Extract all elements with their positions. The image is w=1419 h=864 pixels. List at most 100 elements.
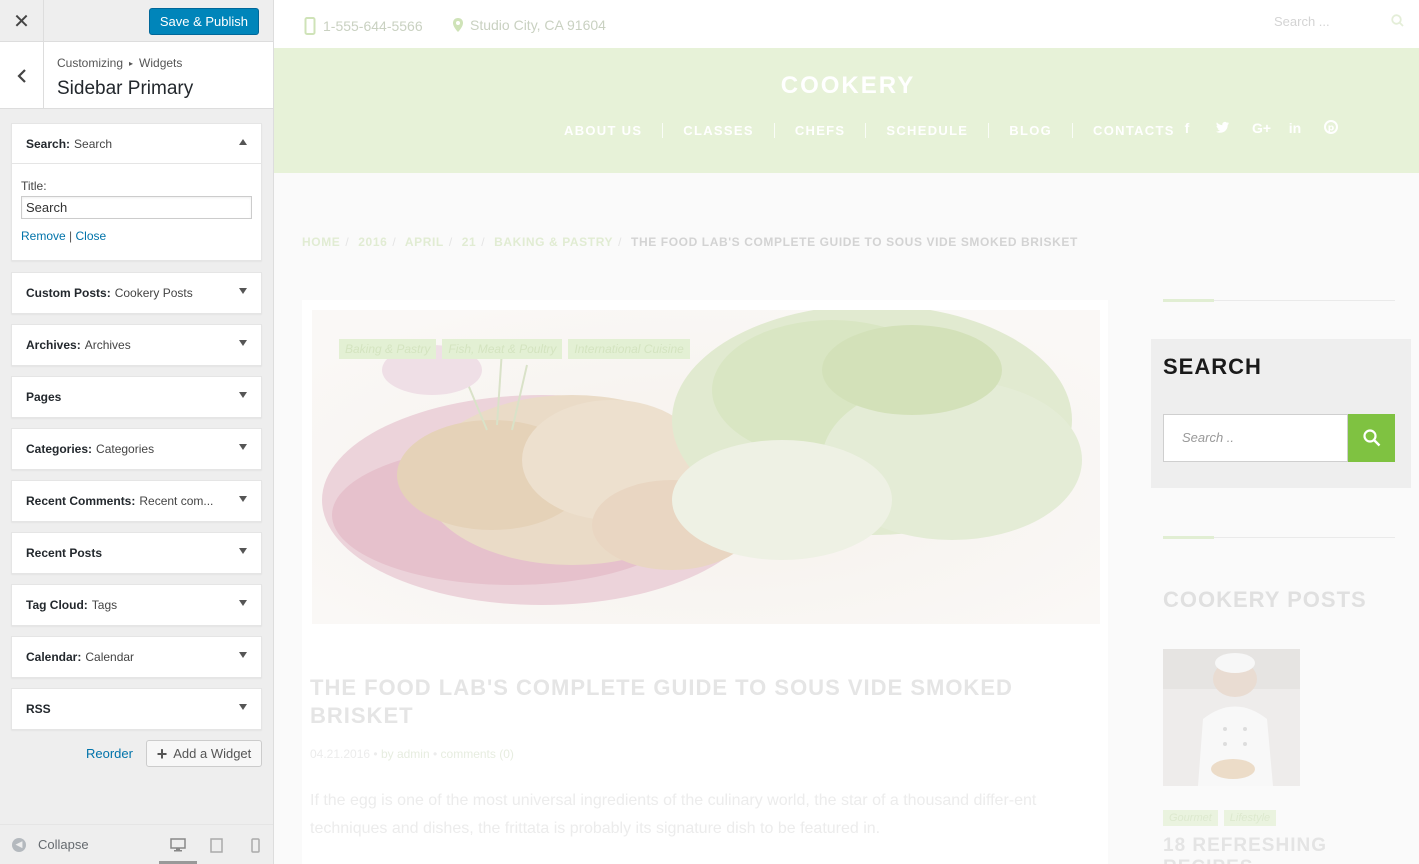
widget-archives[interactable]: Archives: Archives <box>11 324 262 366</box>
post-comments[interactable]: comments (0) <box>441 747 514 761</box>
widget-type: Tag Cloud <box>26 598 84 612</box>
search-icon[interactable] <box>1391 14 1404 27</box>
widget-search-body: Title: Remove | Close <box>12 164 261 243</box>
widget-header[interactable]: RSS <box>12 689 261 729</box>
facebook-icon[interactable]: f <box>1180 120 1194 136</box>
title-label: Title: <box>21 179 47 193</box>
header-search-input[interactable]: Search ... <box>1274 14 1330 29</box>
cookery-post-title[interactable]: 18 REFRESHING RECIPES <box>1163 835 1419 864</box>
sidebar-search-button[interactable] <box>1348 414 1395 462</box>
widget-title: Cookery Posts <box>114 286 193 300</box>
widget-custom-posts[interactable]: Custom Posts: Cookery Posts <box>11 272 262 314</box>
widget-header[interactable]: Categories: Categories <box>12 429 261 469</box>
plus-icon: + <box>156 743 168 764</box>
breadcrumb-root: Customizing <box>57 56 124 70</box>
linkedin-icon[interactable]: in <box>1288 120 1302 136</box>
widget-header[interactable]: Tag Cloud: Tags <box>12 585 261 625</box>
twitter-icon[interactable] <box>1216 120 1230 134</box>
sidebar-search-input[interactable]: Search .. <box>1163 414 1348 462</box>
nav-item-classes[interactable]: CLASSES <box>662 123 774 138</box>
widget-pages[interactable]: Pages <box>11 376 262 418</box>
collapse-arrow-icon <box>239 139 247 145</box>
header-search[interactable]: Search ... <box>1274 14 1404 29</box>
widget-categories[interactable]: Categories: Categories <box>11 428 262 470</box>
pinterest-icon[interactable]: p <box>1324 120 1338 134</box>
expand-arrow-icon <box>239 340 247 346</box>
collapse-icon: ◀ <box>12 837 26 852</box>
breadcrumb-day[interactable]: 21 <box>462 235 477 249</box>
category-tag[interactable]: Fish, Meat & Poultry <box>442 339 563 359</box>
breadcrumb-month[interactable]: APRIL <box>405 235 444 249</box>
phone-number: 1-555-644-5566 <box>304 17 423 35</box>
collapse-button[interactable]: ◀ Collapse <box>12 837 89 852</box>
breadcrumb-category[interactable]: BAKING & PASTRY <box>494 235 613 249</box>
widget-type: Custom Posts <box>26 286 107 300</box>
actions-separator: | <box>69 229 73 243</box>
widget-tag-cloud[interactable]: Tag Cloud: Tags <box>11 584 262 626</box>
customizer-panel: ✕ Save & Publish Customizing ▸ Widgets Sid… <box>0 0 274 864</box>
pinterest-letter: p <box>1328 124 1335 134</box>
category-tag[interactable]: International Cuisine <box>568 339 690 359</box>
widget-header[interactable]: Calendar: Calendar <box>12 637 261 677</box>
desktop-preview-button[interactable] <box>159 835 197 864</box>
breadcrumb: Customizing ▸ Widgets <box>57 56 182 70</box>
widget-title: Search <box>74 136 113 151</box>
post-author[interactable]: by admin <box>381 747 430 761</box>
add-widget-button[interactable]: + Add a Widget <box>146 740 262 767</box>
post-excerpt: If the egg is one of the most universal … <box>310 792 1037 837</box>
location-text: Studio City, CA 91604 <box>470 17 606 33</box>
customizer-footer: ◀ Collapse <box>0 824 273 864</box>
breadcrumb-year[interactable]: 2016 <box>358 235 387 249</box>
back-button[interactable] <box>0 42 44 109</box>
location: Studio City, CA 91604 <box>452 17 606 33</box>
google-plus-icon[interactable]: G+ <box>1252 120 1271 136</box>
widget-header[interactable]: Recent Comments: Recent com... <box>12 481 261 521</box>
widget-search-header[interactable]: Search: Search <box>12 124 261 164</box>
nav-item-chefs[interactable]: CHEFS <box>773 123 866 138</box>
chef-photo <box>1163 649 1300 786</box>
widget-header[interactable]: Recent Posts <box>12 533 261 573</box>
post-featured-image[interactable]: Baking & Pastry Fish, Meat & Poultry Int… <box>312 310 1100 624</box>
social-links: f G+ in p <box>1180 120 1338 136</box>
widget-type: Categories <box>26 442 89 456</box>
nav-item-blog[interactable]: BLOG <box>988 123 1072 138</box>
collapse-label: Collapse <box>38 837 89 852</box>
widget-header[interactable]: Pages <box>12 377 261 417</box>
nav-item-schedule[interactable]: SCHEDULE <box>865 123 988 138</box>
cookery-post-thumbnail[interactable] <box>1163 649 1300 786</box>
post-tag[interactable]: Lifestyle <box>1223 810 1277 826</box>
close-customizer-button[interactable]: ✕ <box>0 0 44 42</box>
site-preview: 1-555-644-5566 Studio City, CA 91604 Sea… <box>274 0 1419 864</box>
main-nav: ABOUT US CLASSES CHEFS SCHEDULE BLOG CON… <box>544 123 1195 138</box>
widget-type: Recent Posts <box>26 546 103 560</box>
post-title[interactable]: THE FOOD LAB'S COMPLETE GUIDE TO SOUS VI… <box>310 674 1070 730</box>
widget-header[interactable]: Custom Posts: Cookery Posts <box>12 273 261 313</box>
add-widget-label: Add a Widget <box>173 746 252 761</box>
remove-widget-link[interactable]: Remove <box>21 229 66 243</box>
nav-item-about-us[interactable]: ABOUT US <box>544 123 662 138</box>
reorder-link[interactable]: Reorder <box>86 746 133 761</box>
tablet-preview-button[interactable] <box>206 835 226 855</box>
widget-rss[interactable]: RSS <box>11 688 262 730</box>
nav-item-contacts[interactable]: CONTACTS <box>1072 123 1195 138</box>
post-meta: 04.21.2016 • by admin • comments (0) <box>310 747 514 761</box>
site-title[interactable]: COOKERY <box>274 72 1419 100</box>
widget-recent-posts[interactable]: Recent Posts <box>11 532 262 574</box>
expand-arrow-icon <box>239 444 247 450</box>
mobile-icon <box>250 837 260 853</box>
expand-arrow-icon <box>239 496 247 502</box>
breadcrumb-current: THE FOOD LAB'S COMPLETE GUIDE TO SOUS VI… <box>631 235 1078 249</box>
site-header: COOKERY ABOUT US CLASSES CHEFS SCHEDULE … <box>274 48 1419 173</box>
breadcrumb-home[interactable]: HOME <box>302 235 340 249</box>
widget-header[interactable]: Archives: Archives <box>12 325 261 365</box>
mobile-preview-button[interactable] <box>245 835 265 855</box>
category-tag[interactable]: Baking & Pastry <box>339 339 437 359</box>
widget-calendar[interactable]: Calendar: Calendar <box>11 636 262 678</box>
close-widget-link[interactable]: Close <box>76 229 107 243</box>
expand-arrow-icon <box>239 392 247 398</box>
widget-recent-comments[interactable]: Recent Comments: Recent com... <box>11 480 262 522</box>
widget-title-input[interactable] <box>21 196 252 219</box>
widget-title: Categories <box>96 442 155 456</box>
save-publish-button[interactable]: Save & Publish <box>148 8 259 35</box>
post-tag[interactable]: Gourmet <box>1163 810 1218 826</box>
